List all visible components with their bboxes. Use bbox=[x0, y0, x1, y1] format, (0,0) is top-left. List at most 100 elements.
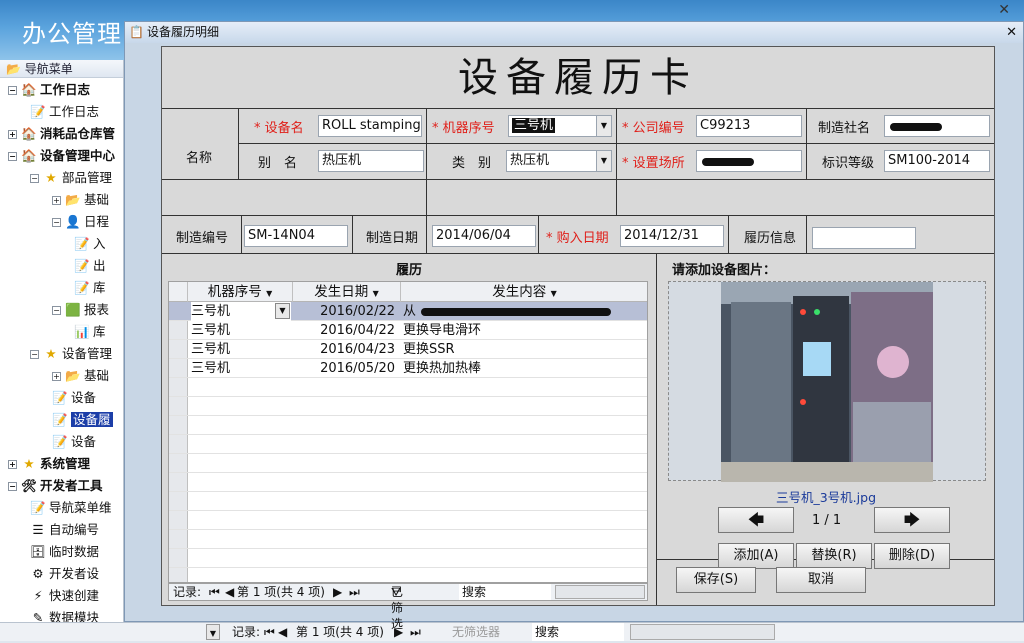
collapse-icon[interactable]: − bbox=[30, 350, 39, 359]
tree-item[interactable]: − 🟩 报表 bbox=[52, 300, 109, 320]
category-select[interactable]: 热压机 ▼ bbox=[506, 150, 612, 172]
tree-item[interactable]: 📝 库 bbox=[74, 278, 105, 298]
tree-item[interactable]: 📝 设备 bbox=[52, 388, 96, 408]
add-picture-button[interactable]: 添加(A) bbox=[718, 543, 794, 569]
tree-item[interactable]: 📊 库 bbox=[74, 322, 105, 342]
collapse-icon[interactable]: − bbox=[52, 306, 61, 315]
record-position[interactable]: 第 1 项(共 4 项) bbox=[237, 584, 325, 600]
search-input[interactable]: 搜索 bbox=[459, 584, 551, 600]
collapse-icon[interactable]: − bbox=[52, 218, 61, 227]
table-row[interactable]: 三号机 2016/05/20 更换热加热棒 bbox=[169, 359, 647, 378]
cancel-button[interactable]: 取消 bbox=[776, 567, 866, 593]
first-record-icon[interactable]: ⏮ bbox=[209, 584, 220, 600]
cell-date[interactable]: 2016/05/20 bbox=[293, 359, 399, 378]
cell-machine[interactable]: 三号机 bbox=[191, 359, 291, 378]
expand-icon[interactable]: + bbox=[52, 372, 61, 381]
replace-picture-button[interactable]: 替换(R) bbox=[796, 543, 872, 569]
cell-date[interactable]: 2016/02/22 bbox=[293, 302, 399, 321]
tree-item[interactable]: ⚡ 快速创建 bbox=[30, 586, 99, 606]
chevron-down-icon[interactable]: ▼ bbox=[373, 289, 379, 298]
prev-record-icon[interactable]: ◀ bbox=[225, 584, 234, 600]
col-content-header[interactable]: 发生内容 ▼ bbox=[401, 282, 647, 302]
cell-content[interactable]: 更换热加热棒 bbox=[403, 359, 647, 378]
cell-content[interactable]: 更换SSR bbox=[403, 340, 647, 359]
dropdown-icon[interactable]: ▼ bbox=[206, 624, 220, 640]
arrow-right-icon: 🡆 bbox=[903, 510, 921, 529]
app-close-icon[interactable]: ✕ bbox=[998, 2, 1010, 18]
cell-date[interactable]: 2016/04/23 bbox=[293, 340, 399, 359]
cell-content[interactable]: 更换导电滑环 bbox=[403, 321, 647, 340]
chevron-down-icon[interactable]: ▼ bbox=[266, 289, 272, 298]
last-record-icon[interactable]: ⏭ bbox=[410, 623, 421, 641]
tree-item[interactable]: − 👤 日程 bbox=[52, 212, 109, 232]
machine-no-select[interactable]: 三号机 ▼ bbox=[508, 115, 612, 137]
grid-corner[interactable] bbox=[169, 282, 188, 302]
gear-icon: ⚙ bbox=[32, 566, 44, 581]
chevron-down-icon[interactable]: ▼ bbox=[551, 289, 557, 298]
standard-grade-input[interactable]: SM100-2014 bbox=[884, 150, 990, 172]
expand-icon[interactable]: + bbox=[8, 130, 17, 139]
form-icon: 📝 bbox=[52, 434, 68, 449]
prev-picture-button[interactable]: 🡄 bbox=[718, 507, 794, 533]
col-date-header[interactable]: 发生日期 ▼ bbox=[293, 282, 401, 302]
search-input[interactable]: 搜索 bbox=[532, 623, 624, 641]
delete-picture-button[interactable]: 删除(D) bbox=[874, 543, 950, 569]
chevron-down-icon[interactable]: ▼ bbox=[275, 303, 290, 319]
history-info-input[interactable] bbox=[812, 227, 916, 249]
tree-item-label: 设备 bbox=[71, 390, 97, 405]
horizontal-scrollbar[interactable] bbox=[630, 624, 775, 640]
filter-status[interactable]: 无筛选器 bbox=[452, 623, 500, 641]
cell-date[interactable]: 2016/04/22 bbox=[293, 321, 399, 340]
tree-item[interactable]: − ★ 设备管理 bbox=[30, 344, 112, 364]
tree-item[interactable]: + ★ 系统管理 bbox=[8, 454, 90, 474]
cell-machine[interactable]: 三号机 bbox=[191, 340, 291, 359]
tree-item[interactable]: 📝 导航菜单维 bbox=[30, 498, 111, 518]
tree-item[interactable]: ☰ 自动编号 bbox=[30, 520, 99, 540]
tree-item[interactable]: + 🏠 消耗品仓库管 bbox=[8, 124, 115, 144]
table-row[interactable]: 三号机 2016/04/23 更换SSR bbox=[169, 340, 647, 359]
tree-item[interactable]: ⚙ 开发者设 bbox=[30, 564, 99, 584]
tree-item[interactable]: + 📂 基础 bbox=[52, 366, 109, 386]
tree-item[interactable]: − ★ 部品管理 bbox=[30, 168, 112, 188]
alias-input[interactable]: 热压机 bbox=[318, 150, 424, 172]
col-machine-header[interactable]: 机器序号 ▼ bbox=[188, 282, 293, 302]
collapse-icon[interactable]: − bbox=[8, 152, 17, 161]
collapse-icon[interactable]: − bbox=[30, 174, 39, 183]
tree-item[interactable]: 📝 工作日志 bbox=[30, 102, 99, 122]
tree-item-label: 设备履 bbox=[71, 412, 113, 427]
company-no-input[interactable]: C99213 bbox=[696, 115, 802, 137]
tree-item[interactable]: − 🛠 开发者工具 bbox=[8, 476, 103, 496]
collapse-icon[interactable]: − bbox=[8, 482, 17, 491]
prev-record-icon[interactable]: ◀ bbox=[278, 623, 287, 641]
table-row[interactable]: 三号机 2016/02/22 从 ▼ bbox=[169, 302, 647, 321]
tree-item[interactable]: 📝 入 bbox=[74, 234, 105, 254]
tree-item[interactable]: 📝 出 bbox=[74, 256, 105, 276]
chevron-down-icon[interactable]: ▼ bbox=[596, 116, 611, 136]
next-record-icon[interactable]: ▶ bbox=[333, 584, 342, 600]
expand-icon[interactable]: + bbox=[52, 196, 61, 205]
table-row[interactable]: 三号机 2016/04/22 更换导电滑环 bbox=[169, 321, 647, 340]
save-button[interactable]: 保存(S) bbox=[676, 567, 756, 593]
close-icon[interactable]: ✕ bbox=[1006, 22, 1017, 43]
last-record-icon[interactable]: ⏭ bbox=[349, 584, 360, 600]
device-name-input[interactable]: ROLL stamping bbox=[318, 115, 422, 137]
made-date-input[interactable]: 2014/06/04 bbox=[432, 225, 536, 247]
tree-item[interactable]: ✎ 数据模块 bbox=[30, 608, 99, 622]
tree-item[interactable]: 🗄 临时数据 bbox=[30, 542, 99, 562]
tree-item[interactable]: 📝 设备履 bbox=[52, 410, 113, 430]
purchase-date-input[interactable]: 2014/12/31 bbox=[620, 225, 724, 247]
horizontal-scrollbar[interactable] bbox=[555, 585, 645, 599]
first-record-icon[interactable]: ⏮ bbox=[264, 623, 275, 641]
next-picture-button[interactable]: 🡆 bbox=[874, 507, 950, 533]
tree-item[interactable]: − 🏠 工作日志 bbox=[8, 80, 90, 100]
serial-no-input[interactable]: SM-14N04 bbox=[244, 225, 348, 247]
collapse-icon[interactable]: − bbox=[8, 86, 17, 95]
tree-item[interactable]: − 🏠 设备管理中心 bbox=[8, 146, 115, 166]
tree-item[interactable]: 📝 设备 bbox=[52, 432, 96, 452]
record-position[interactable]: 第 1 项(共 4 项) bbox=[296, 623, 384, 641]
picture-frame[interactable] bbox=[668, 281, 986, 482]
cell-machine[interactable]: 三号机 bbox=[191, 321, 291, 340]
chevron-down-icon[interactable]: ▼ bbox=[596, 151, 611, 171]
tree-item[interactable]: + 📂 基础 bbox=[52, 190, 109, 210]
expand-icon[interactable]: + bbox=[8, 460, 17, 469]
